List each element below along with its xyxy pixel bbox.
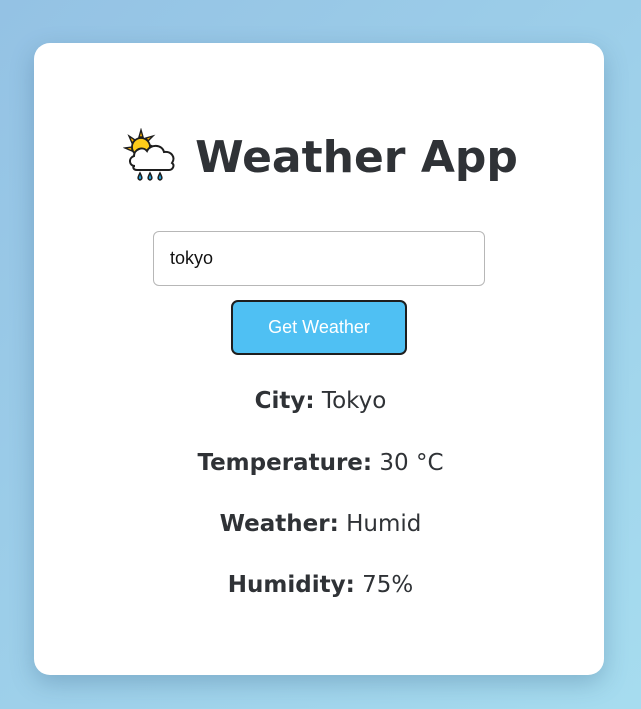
cloud-sun-rain-icon (123, 128, 181, 186)
city-search-input[interactable] (153, 231, 485, 286)
page-title: Weather App (195, 131, 518, 183)
weather-condition-row: Weather: Humid (0, 511, 641, 537)
city-row: City: Tokyo (0, 388, 641, 414)
get-weather-button[interactable]: Get Weather (231, 300, 407, 355)
humidity-value: 75% (362, 572, 414, 598)
city-value: Tokyo (321, 388, 387, 414)
temperature-value: 30 °C (379, 450, 444, 476)
city-label: City: (254, 388, 315, 414)
temperature-row: Temperature: 30 °C (0, 450, 641, 476)
header: Weather App (0, 124, 641, 190)
temperature-label: Temperature: (197, 450, 373, 476)
weather-condition-label: Weather: (219, 511, 339, 537)
humidity-row: Humidity: 75% (0, 572, 641, 598)
humidity-label: Humidity: (227, 572, 355, 598)
weather-condition-value: Humid (346, 511, 422, 537)
